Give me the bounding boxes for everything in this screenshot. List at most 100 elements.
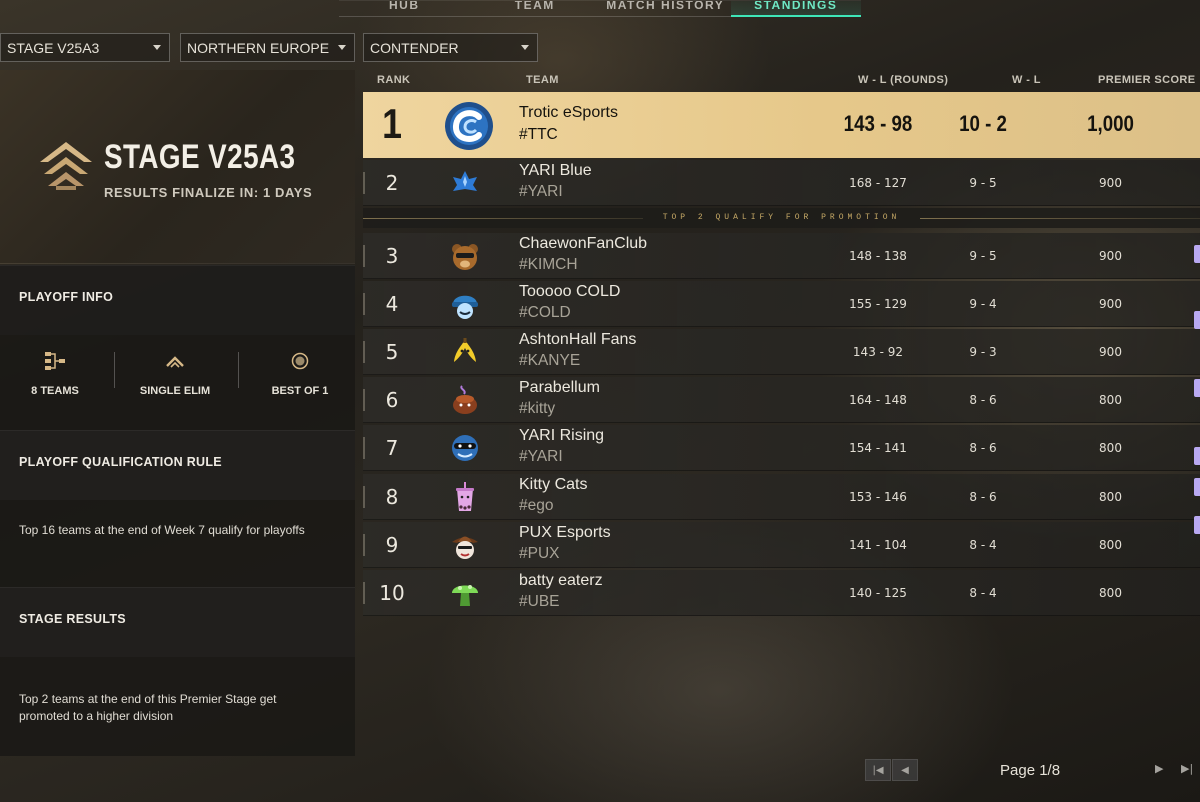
chevron-down-icon — [338, 45, 346, 50]
team-name[interactable]: Parabellum — [519, 379, 600, 397]
team-rank: 1 — [382, 100, 402, 147]
team-tag: #ego — [519, 497, 554, 514]
stage-info-panel: STAGE V25A3 RESULTS FINALIZE IN: 1 DAYS … — [0, 70, 355, 756]
division-select-value: CONTENDER — [370, 39, 459, 56]
blue-leaf-logo-icon — [453, 171, 477, 191]
cowboy-face-logo-icon — [452, 536, 478, 559]
team-rank: 6 — [385, 388, 399, 412]
team-rank: 10 — [379, 581, 405, 605]
win-loss-record: 10 - 2 — [959, 111, 1007, 136]
first-page-button[interactable]: |◀ — [865, 759, 891, 781]
chevron-left-icon: ◀ — [901, 764, 909, 776]
premier-score: 800 — [1099, 490, 1122, 504]
stage-title: STAGE V25A3 — [104, 138, 296, 176]
team-rank: 8 — [385, 485, 399, 509]
playoff-teams-item: 8 TEAMS — [5, 351, 105, 397]
rank-badge-icon — [1194, 447, 1200, 465]
column-header-premier-score: PREMIER SCORE — [1098, 74, 1196, 86]
team-name[interactable]: PUX Esports — [519, 524, 611, 542]
team-tag: #YARI — [519, 183, 563, 200]
column-header-rounds: W - L (ROUNDS) — [858, 74, 949, 86]
top-nav: HUB TEAM MATCH HISTORY STANDINGS — [339, 0, 861, 17]
team-name[interactable]: YARI Rising — [519, 427, 604, 445]
bubble-tea-logo-icon — [456, 482, 474, 511]
stage-results-heading: STAGE RESULTS — [19, 612, 126, 626]
chevron-down-icon — [153, 45, 161, 50]
stage-results-text: Top 2 teams at the end of this Premier S… — [19, 692, 277, 723]
qualification-rule-header: PLAYOFF QUALIFICATION RULE — [0, 430, 355, 500]
tab-hub[interactable]: HUB — [339, 1, 470, 17]
team-tag: #PUX — [519, 545, 560, 562]
region-select-value: NORTHERN EUROPE — [187, 39, 330, 56]
standings-row-4[interactable]: 4 Tooooo COLD #COLD 155 - 129 9 - 4 900 — [363, 281, 1200, 329]
stage-select[interactable]: STAGE V25A3 — [0, 33, 170, 62]
rounds-record: 140 - 125 — [849, 586, 907, 600]
tab-standings[interactable]: STANDINGS — [730, 1, 861, 17]
standings-row-5[interactable]: 5 AshtonHall Fans #KANYE 143 - 92 9 - 3 … — [363, 329, 1200, 375]
team-rank: 7 — [385, 436, 399, 460]
playoff-series-label: BEST OF 1 — [271, 385, 329, 397]
tab-team[interactable]: TEAM — [469, 1, 600, 17]
win-loss-record: 9 - 5 — [969, 249, 997, 263]
team-name[interactable]: ChaewonFanClub — [519, 235, 647, 253]
rounds-record: 153 - 146 — [849, 490, 907, 504]
team-tag: #KIMCH — [519, 256, 578, 273]
chevron-down-icon — [521, 45, 529, 50]
masked-face-logo-icon — [452, 435, 478, 461]
rounds-record: 154 - 141 — [849, 441, 907, 455]
premier-score: 800 — [1099, 441, 1122, 455]
standings-row-1[interactable]: 1 Trotic eSports #TTC 143 - 98 10 - 2 1,… — [363, 92, 1200, 158]
rounds-record: 143 - 98 — [843, 111, 913, 136]
standings-row-7[interactable]: 7 YARI Rising #YARI 154 - 141 8 - 6 800 — [363, 425, 1200, 471]
win-loss-record: 8 - 4 — [969, 586, 997, 600]
chevron-right-icon: ▶ — [1155, 762, 1164, 775]
beanie-face-logo-icon — [452, 295, 478, 319]
playoff-info-heading: PLAYOFF INFO — [19, 290, 114, 304]
standings-row-3[interactable]: 3 ChaewonFanClub #KIMCH 148 - 138 9 - 5 … — [363, 233, 1200, 279]
team-name[interactable]: YARI Blue — [519, 162, 592, 180]
team-tag: #KANYE — [519, 352, 581, 369]
qualification-rule-text: Top 16 teams at the end of Week 7 qualif… — [19, 523, 305, 537]
division-select[interactable]: CONTENDER — [363, 33, 538, 62]
team-name[interactable]: Kitty Cats — [519, 476, 587, 494]
info-sections — [0, 265, 355, 756]
last-page-button[interactable]: ▶| — [1181, 762, 1193, 775]
rank-badge-icon — [1194, 245, 1200, 263]
qualification-rule-heading: PLAYOFF QUALIFICATION RULE — [19, 455, 222, 469]
team-rank: 5 — [385, 340, 399, 364]
next-page-button[interactable]: ▶ — [1155, 762, 1163, 775]
column-header-rank: RANK — [377, 74, 411, 86]
column-header-wl: W - L — [1012, 74, 1041, 86]
standings-row-6[interactable]: 6 Parabellum #kitty 164 - 148 8 - 6 800 — [363, 377, 1200, 423]
promotion-divider: TOP 2 QUALIFY FOR PROMOTION — [363, 208, 1200, 228]
tab-match-history[interactable]: MATCH HISTORY — [600, 1, 731, 17]
skip-to-end-icon: ▶| — [1181, 762, 1194, 775]
premier-score: 900 — [1099, 297, 1122, 311]
team-name[interactable]: Tooooo COLD — [519, 283, 620, 301]
circle-dot-icon — [291, 352, 309, 370]
previous-page-button[interactable]: ◀ — [892, 759, 918, 781]
team-name[interactable]: batty eaterz — [519, 572, 603, 590]
standings-row-2[interactable]: 2 YARI Blue #YARI 168 - 127 9 - 5 900 — [363, 160, 1200, 206]
column-header-team: TEAM — [526, 74, 559, 86]
skip-to-start-icon: |◀ — [872, 764, 884, 776]
standings-row-8[interactable]: 8 Kitty Cats #ego 153 - 146 8 - 6 800 — [363, 474, 1200, 520]
team-tag: #YARI — [519, 448, 563, 465]
premier-score: 900 — [1099, 176, 1122, 190]
team-tag: #TTC — [519, 126, 558, 143]
bear-logo-icon — [452, 244, 478, 270]
standings-row-9[interactable]: 9 PUX Esports #PUX 141 - 104 8 - 4 800 — [363, 516, 1200, 568]
page-indicator: Page 1/8 — [1000, 762, 1061, 779]
divider — [238, 352, 239, 388]
premier-score: 800 — [1099, 586, 1122, 600]
standings-row-10[interactable]: 10 batty eaterz #UBE 140 - 125 8 - 4 800 — [363, 570, 1200, 616]
rank-badge-icon — [1194, 311, 1200, 329]
team-name[interactable]: Trotic eSports — [519, 104, 618, 122]
team-rank: 2 — [385, 171, 399, 195]
region-select[interactable]: NORTHERN EUROPE — [180, 33, 355, 62]
premier-score: 900 — [1099, 345, 1122, 359]
team-tag: #COLD — [519, 304, 571, 321]
win-loss-record: 9 - 5 — [969, 176, 997, 190]
team-name[interactable]: AshtonHall Fans — [519, 331, 636, 349]
win-loss-record: 8 - 6 — [969, 441, 997, 455]
